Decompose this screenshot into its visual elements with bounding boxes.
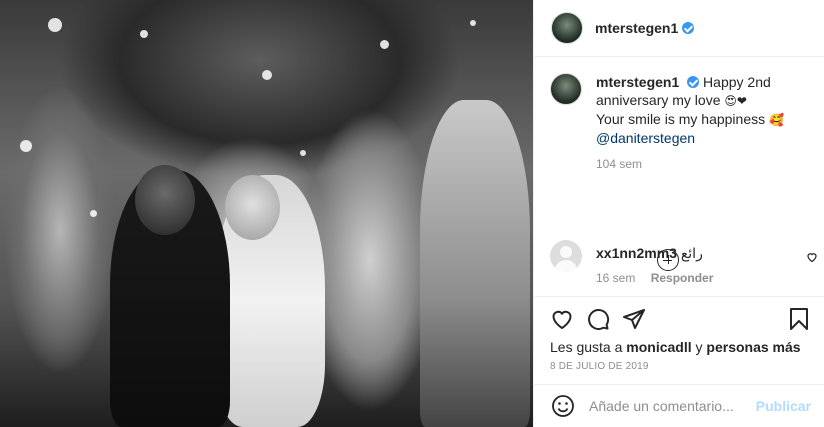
comment-text: xx1nn2mm3 رائع: [596, 245, 703, 262]
photo-sparkle: [300, 150, 306, 156]
small-heart-icon[interactable]: [806, 251, 818, 263]
likes-summary: Les gusta a monicadll y personas más: [550, 339, 801, 355]
reply-button[interactable]: Responder: [651, 271, 714, 285]
photo-figure-groom-head: [135, 165, 195, 235]
comment-time[interactable]: 16 sem: [596, 271, 635, 285]
share-icon[interactable]: [622, 307, 646, 331]
emoji-icon[interactable]: [551, 394, 575, 418]
publish-button[interactable]: Publicar: [756, 398, 811, 414]
post-header: mterstegen1: [534, 0, 824, 57]
comment-icon[interactable]: [586, 307, 610, 331]
instagram-post: mterstegen1 mterstegen1 Happy 2nd annive…: [0, 0, 824, 427]
action-bar: [550, 306, 810, 332]
comment-input[interactable]: Añade un comentario...: [589, 398, 734, 414]
post-date[interactable]: 8 DE JULIO DE 2019: [550, 361, 649, 372]
author-avatar[interactable]: [551, 12, 583, 44]
likes-joiner: y: [695, 339, 703, 355]
likes-user-link[interactable]: monicadll: [626, 339, 691, 355]
commenter-avatar[interactable]: [550, 240, 582, 272]
photo-sparkle: [48, 18, 62, 32]
likes-others-link[interactable]: personas más: [706, 339, 800, 355]
photo-sparkle: [20, 140, 32, 152]
likes-prefix: Les gusta a: [550, 339, 623, 355]
photo-sparkle: [470, 20, 476, 26]
photo-sparkle: [380, 40, 389, 49]
post-photo[interactable]: [0, 0, 533, 427]
photo-figure-guest: [420, 100, 530, 427]
photo-sparkle: [90, 210, 97, 217]
caption-emoji-2: 🥰: [769, 113, 784, 127]
caption-text: mterstegen1 Happy 2nd anniversary my lov…: [596, 73, 806, 147]
add-comment-bar: Añade un comentario... Publicar: [534, 384, 824, 427]
caption-avatar[interactable]: [550, 73, 582, 105]
verified-badge-icon: [687, 76, 700, 88]
post-side-panel: mterstegen1 mterstegen1 Happy 2nd annive…: [533, 0, 824, 427]
commenter-username[interactable]: xx1nn2mm3: [596, 245, 677, 261]
photo-sparkle: [262, 70, 272, 80]
photo-figure-bride-head: [225, 175, 280, 240]
caption-line-2: Your smile is my happiness: [596, 111, 766, 127]
caption-emoji-1: 😍❤: [724, 94, 747, 108]
photo-sparkle: [140, 30, 148, 38]
heart-icon[interactable]: [550, 307, 574, 331]
caption-time[interactable]: 104 sem: [596, 157, 808, 171]
post-caption: mterstegen1 Happy 2nd anniversary my lov…: [550, 73, 808, 147]
verified-badge-icon: [682, 22, 695, 34]
author-username[interactable]: mterstegen1: [595, 20, 678, 36]
actions-divider-top: [534, 296, 824, 297]
caption-username[interactable]: mterstegen1: [596, 74, 679, 90]
bookmark-icon[interactable]: [788, 307, 810, 331]
comment-meta: 16 sem Responder: [596, 271, 713, 285]
caption-mention-link[interactable]: @daniterstegen: [596, 130, 695, 146]
comment-body: رائع: [680, 245, 703, 261]
